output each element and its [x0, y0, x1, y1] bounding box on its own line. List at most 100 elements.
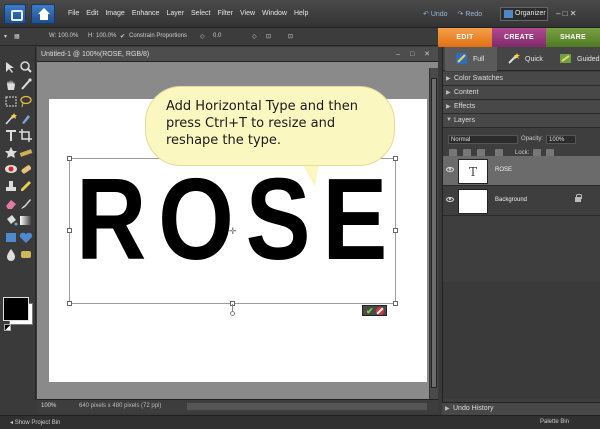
- undo-button[interactable]: ↶ Undo: [423, 10, 448, 18]
- transform-handle-left[interactable]: [67, 228, 72, 233]
- layer-row-background[interactable]: Background: [443, 186, 600, 216]
- document-info[interactable]: 640 pixels x 480 pixels (72 ppi): [79, 403, 161, 409]
- organizer-button[interactable]: Organizer: [500, 7, 548, 21]
- menu-edit[interactable]: Edit: [86, 10, 98, 17]
- tab-guided-edit[interactable]: Guided: [549, 47, 600, 71]
- commit-check-icon[interactable]: ✔: [366, 306, 374, 317]
- spot-healing-tool-icon[interactable]: [19, 163, 33, 176]
- undo-icon: ↶: [423, 11, 431, 18]
- lasso-tool-icon[interactable]: [19, 95, 33, 108]
- pencil-tool-icon[interactable]: [19, 180, 33, 193]
- transform-handle-right[interactable]: [393, 228, 398, 233]
- show-project-bin-button[interactable]: ◂ Show Project Bin: [10, 419, 60, 426]
- gradient-tool-icon[interactable]: [19, 214, 33, 227]
- transform-handle-bottom-right[interactable]: [393, 301, 398, 306]
- menu-window[interactable]: Window: [262, 10, 287, 17]
- height-input[interactable]: 100.0%: [96, 33, 116, 39]
- redo-label: Redo: [465, 11, 483, 18]
- rotate-handle[interactable]: [230, 311, 235, 316]
- rotate-icon[interactable]: ◇: [252, 33, 257, 40]
- redo-button[interactable]: ↷ Redo: [458, 10, 483, 18]
- tab-quick-fix[interactable]: Quick: [497, 47, 549, 71]
- menu-enhance[interactable]: Enhance: [132, 10, 160, 17]
- app-icon[interactable]: [4, 4, 26, 24]
- collapsed-arrow-icon: ▶: [446, 90, 451, 96]
- palette-bin-button[interactable]: Palette Bin: [540, 419, 569, 425]
- scale-icon[interactable]: ⊡: [288, 33, 293, 40]
- effects-header[interactable]: ▶ Effects: [443, 100, 600, 114]
- red-eye-tool-icon[interactable]: [4, 163, 18, 176]
- home-button[interactable]: [31, 4, 55, 24]
- tab-share[interactable]: SHARE: [546, 28, 600, 47]
- content-header[interactable]: ▶ Content: [443, 86, 600, 100]
- menu-select[interactable]: Select: [191, 10, 210, 17]
- eraser-tool-icon[interactable]: [4, 197, 18, 210]
- layers-empty-area: [443, 282, 600, 399]
- tab-full-edit[interactable]: Full: [445, 47, 497, 71]
- default-colors-icon[interactable]: [4, 324, 11, 331]
- opacity-input[interactable]: 100%: [546, 135, 576, 144]
- organizer-label: Organizer: [515, 10, 546, 17]
- horizontal-scrollbar[interactable]: [187, 403, 427, 410]
- selection-brush-tool-icon[interactable]: [19, 112, 33, 125]
- options-menu-icon[interactable]: ▾: [4, 33, 7, 40]
- layers-header[interactable]: ▼ Layers: [443, 114, 600, 128]
- document-window-controls[interactable]: – □ ✕: [396, 50, 434, 58]
- foreground-color-swatch[interactable]: [3, 297, 29, 321]
- menu-layer[interactable]: Layer: [166, 10, 184, 17]
- clone-stamp-tool-icon[interactable]: [4, 180, 18, 193]
- blend-mode-select[interactable]: Normal: [448, 135, 518, 144]
- mode-tabs: EDIT CREATE SHARE: [438, 28, 600, 47]
- menu-file[interactable]: File: [68, 10, 79, 17]
- paint-bucket-tool-icon[interactable]: [4, 214, 18, 227]
- sponge-tool-icon[interactable]: [19, 248, 33, 261]
- layer-name[interactable]: Background: [495, 197, 527, 203]
- shape-tool-icon[interactable]: [4, 231, 18, 244]
- reference-point-icon[interactable]: ▦: [14, 33, 20, 40]
- color-swatches-label: Color Swatches: [454, 75, 504, 82]
- effects-label: Effects: [454, 103, 476, 110]
- cookie-cutter-tool-icon[interactable]: [4, 146, 18, 159]
- vertical-scrollbar[interactable]: [429, 68, 438, 399]
- visibility-eye-icon[interactable]: [446, 197, 454, 202]
- document-tab[interactable]: Untitled-1 @ 100%(ROSE, RGB/8): [41, 51, 149, 58]
- layer-row-rose[interactable]: T ROSE: [443, 156, 600, 186]
- zoom-tool-icon[interactable]: [19, 61, 33, 74]
- crop-tool-icon[interactable]: [19, 129, 33, 142]
- transform-center-icon[interactable]: ✛: [229, 226, 237, 237]
- layer-thumbnail: [458, 189, 488, 214]
- width-input[interactable]: 100.0%: [58, 33, 78, 39]
- zoom-level[interactable]: 100%: [41, 403, 56, 409]
- type-tool-icon[interactable]: [4, 129, 18, 142]
- menu-help[interactable]: Help: [294, 10, 308, 17]
- vertical-scroll-thumb[interactable]: [431, 78, 437, 388]
- document-status-bar: 100% 640 pixels x 480 pixels (72 ppi): [37, 399, 438, 413]
- transform-handle-bottom-left[interactable]: [67, 301, 72, 306]
- undo-history-header[interactable]: ▶ Undo History: [442, 402, 600, 415]
- blur-tool-icon[interactable]: [4, 248, 18, 261]
- transform-handle-top-right[interactable]: [393, 156, 398, 161]
- cancel-transform-icon[interactable]: [376, 307, 384, 315]
- color-swatches-header[interactable]: ▶ Color Swatches: [443, 72, 600, 86]
- marquee-tool-icon[interactable]: [4, 95, 18, 108]
- tab-create[interactable]: CREATE: [492, 28, 546, 47]
- tab-edit[interactable]: EDIT: [438, 28, 492, 47]
- window-controls[interactable]: – □ ✕: [556, 9, 576, 18]
- hand-tool-icon[interactable]: [4, 78, 18, 91]
- visibility-eye-icon[interactable]: [446, 167, 454, 172]
- skew-icon[interactable]: ⊡: [266, 33, 271, 40]
- brush-tool-icon[interactable]: [19, 197, 33, 210]
- angle-input[interactable]: 0.0: [213, 33, 221, 39]
- menu-filter[interactable]: Filter: [217, 10, 233, 17]
- constrain-checkbox[interactable]: ✔: [120, 33, 125, 40]
- menu-view[interactable]: View: [240, 10, 255, 17]
- move-tool-icon[interactable]: [4, 61, 18, 74]
- straighten-tool-icon[interactable]: [19, 146, 33, 159]
- callout-text: Add Horizontal Type and then press Ctrl+…: [166, 99, 358, 148]
- magic-wand-tool-icon[interactable]: [4, 112, 18, 125]
- custom-shape-tool-icon[interactable]: [19, 231, 33, 244]
- menu-image[interactable]: Image: [105, 10, 124, 17]
- layer-name[interactable]: ROSE: [495, 167, 512, 173]
- transform-handle-top-left[interactable]: [67, 156, 72, 161]
- eyedropper-tool-icon[interactable]: [19, 78, 33, 91]
